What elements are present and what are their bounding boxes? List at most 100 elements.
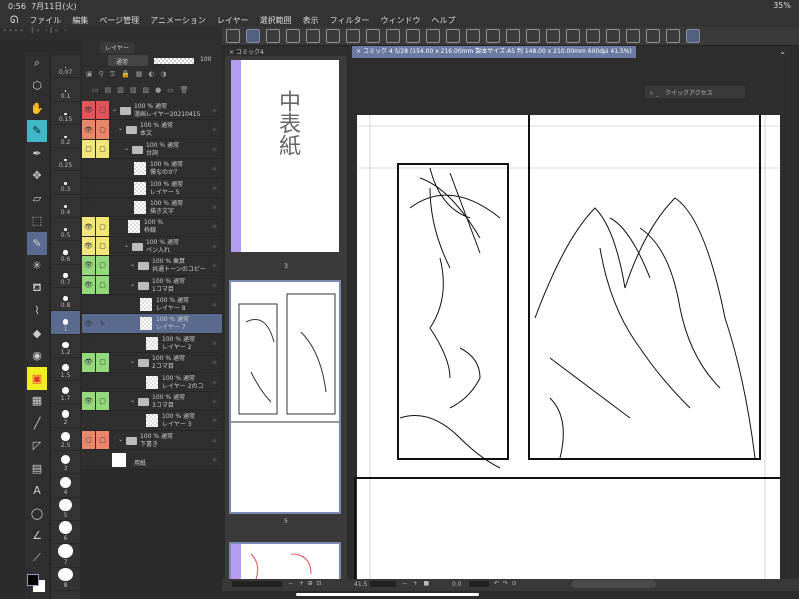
brush-size-item[interactable]: 0.15 — [51, 102, 80, 125]
folder-toggle-icon[interactable]: ⌄ — [118, 436, 123, 443]
eraser-tool-icon[interactable]: ◆ — [27, 322, 47, 345]
folder-toggle-icon[interactable]: ⌄ — [130, 358, 135, 365]
special-ruler-icon[interactable] — [566, 29, 580, 43]
eye-icon[interactable]: 👁 — [82, 198, 95, 216]
opacity-value[interactable]: 100 — [200, 56, 211, 63]
layer-row[interactable]: 👁 ▢ 100 % 通常 レイヤー 8 ≡ — [82, 295, 222, 315]
brush-size-item[interactable]: 1.5 — [51, 358, 80, 382]
eye-icon[interactable]: 👁 — [82, 159, 95, 177]
layer-menu-icon[interactable]: ≡ — [212, 165, 217, 172]
brush-size-item[interactable]: 8 — [51, 567, 80, 591]
tone-tool-icon[interactable]: ▤ — [27, 457, 47, 480]
layer-menu-icon[interactable]: ≡ — [212, 262, 217, 269]
layer-row[interactable]: 👁 ▢ 100 % 通常 レイヤー 3 ≡ — [82, 411, 222, 431]
brush-size-item[interactable]: 0.3 — [51, 171, 80, 195]
layer-property-icons[interactable]: ▣⚲⚿🔒▦◐◑ — [86, 70, 220, 80]
menu-window[interactable]: ウィンドウ — [380, 15, 420, 26]
eye-icon[interactable]: 👁 — [82, 314, 95, 332]
layer-menu-icon[interactable]: ≡ — [212, 320, 217, 327]
layer-row[interactable]: 👁 ▢ 100 % 通常 レイヤー 2 ≡ — [82, 334, 222, 354]
brush-size-item[interactable]: 6 — [51, 520, 80, 545]
lock-checkbox[interactable]: ▢ — [96, 411, 109, 429]
lock-checkbox[interactable]: ▢ — [96, 353, 109, 372]
layer-menu-icon[interactable]: ≡ — [212, 243, 217, 250]
eye-icon[interactable]: 👁 — [82, 275, 95, 294]
layer-row[interactable]: ▢ ▢ ⌄ 100 % 通常 下書き ≡ — [82, 430, 222, 451]
lock-checkbox[interactable]: ▢ — [96, 236, 109, 256]
brush-size-item[interactable]: 4 — [51, 474, 80, 498]
quick-access-title[interactable]: クイックアクセス — [665, 90, 713, 97]
horizontal-scrollbar[interactable] — [572, 580, 656, 588]
pages-tab[interactable]: コミック4 — [236, 49, 264, 56]
color-swatch[interactable] — [27, 573, 47, 594]
fill-color-tool-icon[interactable]: ▣ — [27, 367, 47, 390]
menu-filter[interactable]: フィルター — [330, 15, 370, 26]
brush-size-item[interactable]: 2.5 — [51, 428, 80, 452]
eye-icon[interactable]: 👁 — [82, 217, 95, 236]
layer-menu-icon[interactable]: ≡ — [212, 185, 217, 192]
lock-checkbox[interactable]: ▢ — [96, 275, 109, 294]
undo-icon[interactable] — [346, 29, 360, 43]
clear-icon[interactable] — [406, 29, 420, 43]
brush-size-item[interactable]: 0.5 — [51, 218, 80, 242]
layer-menu-icon[interactable]: ≡ — [212, 437, 217, 444]
save-icon[interactable] — [326, 29, 340, 43]
lock-checkbox[interactable]: ▢ — [96, 179, 109, 197]
balloon-tool-icon[interactable]: ◯ — [27, 502, 47, 525]
layer-row[interactable]: 👁 ▢ 100 % 枠線 ≡ — [82, 217, 222, 237]
canvas[interactable]: クイックアクセス × _ — [350, 58, 790, 579]
folder-toggle-icon[interactable]: ⌄ — [124, 145, 129, 152]
chevron-down-icon[interactable]: ⌄ — [779, 46, 786, 58]
redo-icon[interactable] — [366, 29, 380, 43]
pen-tool-icon[interactable]: ✒ — [27, 142, 47, 165]
app-logo-icon[interactable]: ᘏ — [10, 15, 18, 26]
layer-row[interactable]: 👁 ▢ ⌄ 100 % 通常 1コマ目 ≡ — [82, 275, 222, 295]
eye-icon[interactable]: 👁 — [82, 236, 95, 256]
lock-checkbox[interactable]: ▢ — [96, 373, 109, 391]
brush-size-item[interactable]: 0.07 — [51, 55, 80, 79]
eye-icon[interactable]: 👁 — [82, 334, 95, 352]
layer-row[interactable]: 👁 ▢ ⌄ 100 % 通常 漫画レイヤー20210415 ≡ — [82, 101, 222, 121]
canvas-zoom-slider[interactable] — [370, 581, 396, 587]
copy-icon[interactable] — [646, 29, 660, 43]
grid-icon[interactable] — [586, 29, 600, 43]
eye-icon[interactable]: 👁 — [82, 392, 95, 411]
panel-collapse-bar[interactable]: » » » « ‖ « ‹ ‖ « ‹ — [0, 27, 222, 40]
brush-size-item[interactable]: 2 — [51, 404, 80, 428]
layer-row[interactable]: 👁 ▢ ⌄ 100 % 通常 3コマ目 ≡ — [82, 392, 222, 412]
canvas-tab[interactable]: × コミック 4 5/28 (154.00 x 216.00mm 製本サイズ:A… — [352, 46, 636, 58]
rotate-buttons[interactable]: ↶ ↷ ⊙ — [494, 580, 517, 587]
menu-help[interactable]: ヘルプ — [431, 15, 455, 26]
home-indicator[interactable] — [296, 593, 479, 596]
move-tool-icon[interactable]: ✥ — [27, 165, 47, 188]
layer-menu-icon[interactable]: ≡ — [212, 223, 217, 230]
menu-icon[interactable] — [226, 29, 240, 43]
lock-checkbox[interactable]: ▢ — [96, 295, 109, 313]
eraser-like-tool-icon[interactable]: ▱ — [27, 187, 47, 210]
lock-checkbox[interactable]: ▢ — [96, 334, 109, 352]
crop-icon[interactable] — [486, 29, 500, 43]
layer-panel-tab[interactable]: レイヤー — [100, 42, 134, 53]
hand-tool-icon[interactable]: ✋ — [27, 97, 47, 120]
line-tool-icon[interactable]: ╱ — [27, 412, 47, 435]
pen-edit-icon[interactable]: ✎ — [96, 314, 109, 332]
layer-row[interactable]: 👁 ▢ 100 % 通常 僕なのか？ ≡ — [82, 159, 222, 179]
lock-checkbox[interactable]: ▢ — [96, 198, 109, 216]
menu-page[interactable]: ページ管理 — [99, 15, 139, 26]
folder-toggle-icon[interactable]: ⌄ — [130, 261, 135, 268]
angle-value[interactable]: 0.0 — [452, 581, 462, 588]
eye-icon[interactable]: 👁 — [82, 295, 95, 313]
menu-animation[interactable]: アニメーション — [150, 15, 206, 26]
layer-row[interactable]: 👁 ✎ 100 % 通常 レイヤー 7 ≡ — [82, 314, 222, 334]
layer-menu-icon[interactable]: ≡ — [212, 126, 217, 133]
loading-icon[interactable] — [386, 29, 400, 43]
smartphone-icon[interactable] — [686, 29, 700, 43]
lock-checkbox[interactable]: ▢ — [96, 256, 109, 275]
magic-wand-tool-icon[interactable]: ✳ — [27, 255, 47, 278]
brush-size-item[interactable]: 0.6 — [51, 241, 80, 265]
eye-icon[interactable]: 👁 — [82, 179, 95, 197]
brush-size-item[interactable]: 5 — [51, 498, 80, 521]
hidden-icon[interactable]: ▢ — [82, 430, 95, 450]
layer-menu-icon[interactable]: ≡ — [212, 456, 217, 463]
pen-select-tool-icon[interactable]: ✎ — [27, 119, 47, 142]
